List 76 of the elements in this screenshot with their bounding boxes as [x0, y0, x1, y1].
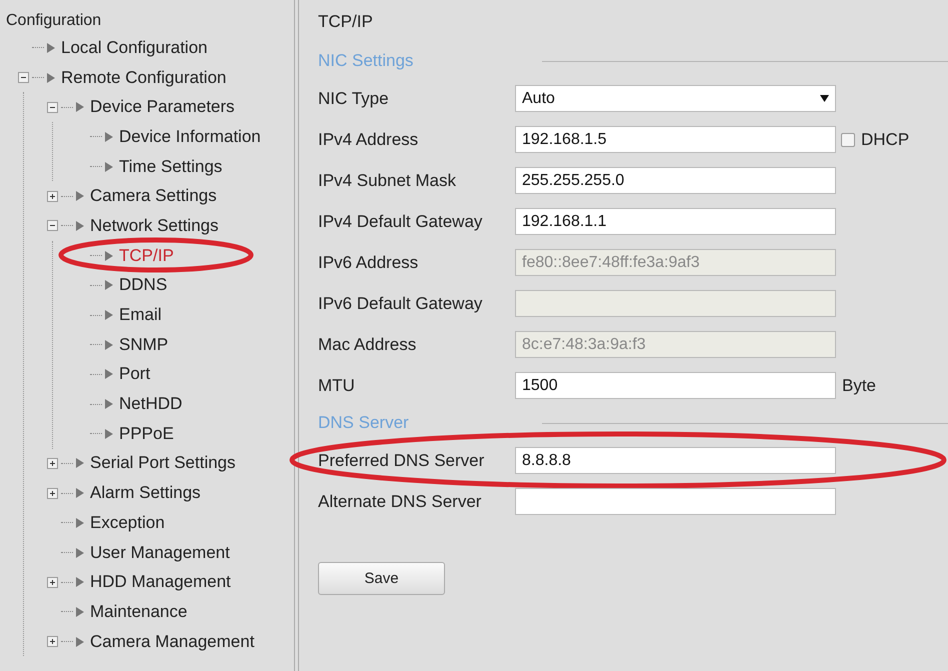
triangle-icon	[105, 250, 113, 261]
triangle-icon	[76, 606, 84, 617]
checkbox-label: DHCP	[861, 130, 910, 150]
tree-item[interactable]: Time Settings	[119, 156, 222, 177]
checkbox[interactable]	[841, 132, 855, 146]
triangle-icon	[76, 488, 84, 498]
tree-item[interactable]: HDD Management	[90, 572, 231, 592]
field-label: Mac Address	[318, 334, 418, 354]
triangle-icon	[105, 340, 113, 350]
tree-item[interactable]: Remote Configuration	[61, 68, 226, 88]
triangle-icon	[105, 369, 113, 380]
triangle-icon	[105, 162, 113, 172]
triangle-icon	[105, 132, 113, 142]
dropdown[interactable]: Auto	[515, 85, 836, 112]
expand-icon[interactable]	[47, 576, 58, 588]
tree-item[interactable]: Network Settings	[90, 216, 218, 236]
triangle-icon	[76, 636, 84, 647]
triangle-icon	[76, 102, 84, 112]
tree-item[interactable]: Exception	[90, 512, 165, 533]
page-title: TCP/IP	[318, 12, 373, 32]
input-field[interactable]: 8.8.8.8	[515, 447, 836, 474]
section-heading: NIC Settings	[318, 51, 414, 71]
field-label: NIC Type	[318, 88, 390, 108]
tree-item[interactable]: Camera Settings	[90, 186, 217, 206]
tree-item[interactable]: Camera Management	[90, 632, 254, 652]
tree-item[interactable]: Serial Port Settings	[90, 453, 236, 474]
tree-item[interactable]: Device Parameters	[90, 97, 235, 118]
tree-item[interactable]: Local Configuration	[61, 38, 208, 58]
triangle-icon	[76, 548, 84, 558]
triangle-icon	[76, 518, 84, 528]
triangle-icon	[47, 42, 55, 53]
collapse-icon[interactable]	[47, 220, 58, 232]
field-label: MTU	[318, 376, 356, 396]
triangle-icon	[105, 310, 113, 320]
tree-item[interactable]: DDNS	[119, 275, 168, 296]
field-label: Alternate DNS Server	[318, 492, 482, 512]
tree-item[interactable]: User Management	[90, 542, 230, 563]
triangle-icon	[105, 428, 113, 439]
triangle-icon	[76, 577, 84, 588]
tree-item[interactable]: Port	[119, 364, 150, 384]
input-field[interactable]: 192.168.1.5	[515, 126, 836, 153]
triangle-icon	[105, 280, 113, 290]
triangle-icon	[47, 72, 55, 83]
expand-icon[interactable]	[47, 636, 58, 648]
triangle-icon	[76, 191, 84, 202]
tree-item[interactable]: Maintenance	[90, 602, 188, 622]
field-label: Preferred DNS Server	[318, 450, 486, 470]
tree-item[interactable]: NetHDD	[119, 394, 182, 414]
tree-item[interactable]: Email	[119, 305, 162, 326]
input-field[interactable]: 255.255.255.0	[515, 167, 836, 194]
expand-icon[interactable]	[47, 190, 58, 202]
save-button[interactable]: Save	[318, 562, 445, 595]
triangle-icon	[105, 399, 113, 410]
expand-icon[interactable]	[47, 458, 58, 469]
tree-item[interactable]: PPPoE	[119, 424, 174, 444]
section-heading: DNS Server	[318, 413, 410, 433]
tree-item[interactable]: TCP/IP	[119, 246, 174, 266]
tree-item[interactable]: Alarm Settings	[90, 483, 201, 504]
input-field[interactable]: 1500	[515, 372, 836, 399]
expand-icon[interactable]	[47, 488, 58, 499]
field-label: IPv4 Default Gateway	[318, 212, 484, 232]
tree-item[interactable]: Device Information	[119, 126, 261, 147]
unit-label: Byte	[842, 376, 876, 396]
caret-icon	[820, 95, 829, 102]
collapse-icon[interactable]	[47, 102, 58, 113]
field-label: IPv4 Address	[318, 130, 420, 150]
triangle-icon	[76, 220, 84, 231]
field-label: IPv4 Subnet Mask	[318, 170, 457, 190]
field-label: IPv6 Default Gateway	[318, 294, 484, 314]
input-field[interactable]: 192.168.1.1	[515, 208, 836, 235]
input-field[interactable]	[515, 488, 836, 515]
sidebar-title: Configuration	[6, 12, 102, 30]
collapse-icon[interactable]	[18, 72, 29, 84]
field-label: IPv6 Address	[318, 252, 420, 272]
triangle-icon	[76, 458, 84, 468]
tree-item[interactable]: SNMP	[119, 334, 168, 355]
